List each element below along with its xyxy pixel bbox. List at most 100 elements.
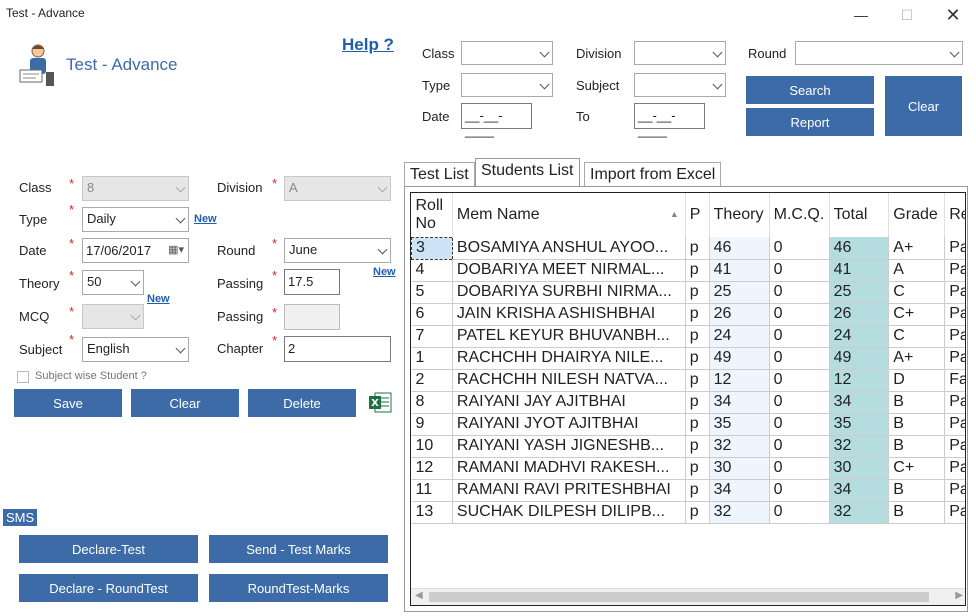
table-cell-mcq[interactable]: 0 — [769, 479, 830, 502]
table-cell-theory[interactable]: 32 — [709, 501, 770, 524]
table-cell-p[interactable]: p — [685, 479, 710, 502]
table-cell-grade[interactable]: C+ — [888, 303, 946, 326]
table-cell-grade[interactable]: A+ — [888, 347, 946, 370]
table-cell-mcq[interactable]: 0 — [769, 391, 830, 414]
table-cell-name[interactable]: PATEL KEYUR BHUVANBH... — [452, 325, 686, 348]
col-header-grade[interactable]: Grade — [888, 193, 946, 237]
table-cell-result[interactable]: Pa — [944, 347, 965, 370]
table-cell-roll[interactable]: 3 — [411, 236, 453, 260]
filter-date-input[interactable]: __-__-____ — [461, 103, 532, 138]
filter-clear-button[interactable]: Clear — [885, 76, 962, 136]
table-row[interactable]: 6JAIN KRISHA ASHISHBHAIp26026C+Pa — [411, 303, 965, 326]
table-cell-grade[interactable]: B — [888, 435, 946, 458]
table-cell-name[interactable]: BOSAMIYA ANSHUL AYOO... — [452, 237, 686, 260]
table-cell-result[interactable]: Pa — [944, 435, 965, 458]
col-header-mcq[interactable]: M.C.Q. — [769, 193, 830, 237]
round-new-link[interactable]: New — [373, 266, 396, 278]
table-cell-result[interactable]: Pa — [944, 325, 965, 348]
table-row[interactable]: 9RAIYANI JYOT AJITBHAIp35035BPa — [411, 413, 965, 436]
table-cell-mcq[interactable]: 0 — [769, 259, 830, 282]
col-header-theory[interactable]: Theory — [709, 193, 770, 237]
table-cell-total[interactable]: 46 — [829, 237, 890, 260]
delete-button[interactable]: Delete — [248, 389, 356, 417]
table-cell-roll[interactable]: 9 — [411, 413, 453, 436]
table-cell-p[interactable]: p — [685, 325, 710, 348]
table-cell-total[interactable]: 34 — [829, 479, 890, 502]
table-cell-roll[interactable]: 12 — [411, 457, 453, 480]
tab-import-excel[interactable]: Import from Excel — [584, 162, 722, 187]
division-select[interactable]: A — [284, 176, 391, 201]
table-row[interactable]: 11RAMANI RAVI PRITESHBHAIp34034BPa — [411, 479, 965, 502]
col-header-p[interactable]: P — [685, 193, 710, 237]
chapter-input[interactable]: 2 — [284, 336, 391, 362]
type-select[interactable]: Daily — [82, 207, 189, 232]
table-row[interactable]: 10RAIYANI YASH JIGNESHB...p32032BPa — [411, 435, 965, 458]
table-cell-result[interactable]: Pa — [944, 259, 965, 282]
table-cell-theory[interactable]: 46 — [709, 237, 770, 260]
table-cell-mcq[interactable]: 0 — [769, 281, 830, 304]
col-header-name[interactable]: Mem Name ▲ — [452, 193, 686, 237]
table-cell-theory[interactable]: 24 — [709, 325, 770, 348]
table-cell-p[interactable]: p — [685, 501, 710, 524]
table-cell-grade[interactable]: A+ — [888, 237, 946, 260]
declare-test-button[interactable]: Declare-Test — [19, 535, 198, 563]
table-cell-name[interactable]: RAIYANI JYOT AJITBHAI — [452, 413, 686, 436]
search-button[interactable]: Search — [746, 76, 874, 104]
filter-division-select[interactable] — [634, 41, 726, 65]
table-cell-total[interactable]: 24 — [829, 325, 890, 348]
table-cell-roll[interactable]: 10 — [411, 435, 453, 458]
table-cell-grade[interactable]: C+ — [888, 457, 946, 480]
table-cell-p[interactable]: p — [685, 457, 710, 480]
table-cell-name[interactable]: DOBARIYA MEET NIRMAL... — [452, 259, 686, 282]
table-row[interactable]: 2RACHCHH NILESH NATVA...p12012DFa — [411, 369, 965, 392]
table-cell-total[interactable]: 26 — [829, 303, 890, 326]
table-cell-name[interactable]: RACHCHH NILESH NATVA... — [452, 369, 686, 392]
send-test-marks-button[interactable]: Send - Test Marks — [209, 535, 388, 563]
table-cell-grade[interactable]: C — [888, 281, 946, 304]
table-cell-theory[interactable]: 35 — [709, 413, 770, 436]
table-row[interactable]: 1RACHCHH DHAIRYA NILE...p49049A+Pa — [411, 347, 965, 370]
table-row[interactable]: 3BOSAMIYA ANSHUL AYOO...p46046A+Pa — [411, 236, 965, 260]
filter-round-select[interactable] — [795, 41, 963, 65]
table-cell-grade[interactable]: B — [888, 501, 946, 524]
table-cell-mcq[interactable]: 0 — [769, 369, 830, 392]
help-link[interactable]: Help ? — [342, 35, 394, 55]
table-cell-grade[interactable]: C — [888, 325, 946, 348]
tab-test-list[interactable]: Test List — [404, 162, 475, 187]
table-cell-total[interactable]: 41 — [829, 259, 890, 282]
table-cell-roll[interactable]: 8 — [411, 391, 453, 414]
table-cell-theory[interactable]: 34 — [709, 479, 770, 502]
table-cell-grade[interactable]: A — [888, 259, 946, 282]
theory-select[interactable]: 50 — [82, 270, 144, 295]
table-cell-mcq[interactable]: 0 — [769, 413, 830, 436]
table-cell-p[interactable]: p — [685, 369, 710, 392]
table-cell-theory[interactable]: 32 — [709, 435, 770, 458]
subject-select[interactable]: English — [82, 337, 189, 362]
table-cell-mcq[interactable]: 0 — [769, 435, 830, 458]
class-select[interactable]: 8 — [82, 176, 189, 201]
table-cell-total[interactable]: 34 — [829, 391, 890, 414]
date-picker[interactable]: 17/06/2017 ▦▾ — [82, 238, 189, 263]
table-cell-total[interactable]: 30 — [829, 457, 890, 480]
filter-to-input[interactable]: __-__-____ — [634, 103, 705, 138]
table-cell-grade[interactable]: D — [888, 369, 946, 392]
table-cell-theory[interactable]: 26 — [709, 303, 770, 326]
table-cell-p[interactable]: p — [685, 413, 710, 436]
col-header-total[interactable]: Total — [829, 193, 890, 237]
table-cell-result[interactable]: Pa — [944, 303, 965, 326]
mcq-select[interactable] — [82, 304, 144, 329]
table-cell-grade[interactable]: B — [888, 391, 946, 414]
table-cell-mcq[interactable]: 0 — [769, 325, 830, 348]
round-test-marks-button[interactable]: RoundTest-Marks — [209, 574, 388, 602]
table-cell-name[interactable]: RAIYANI JAY AJITBHAI — [452, 391, 686, 414]
table-cell-grade[interactable]: B — [888, 479, 946, 502]
table-cell-mcq[interactable]: 0 — [769, 347, 830, 370]
report-button[interactable]: Report — [746, 108, 874, 136]
tab-students-list[interactable]: Students List — [475, 158, 580, 187]
clear-button[interactable]: Clear — [131, 389, 239, 417]
col-header-roll[interactable]: Roll No — [411, 193, 453, 237]
table-cell-total[interactable]: 35 — [829, 413, 890, 436]
round-select[interactable]: June — [284, 238, 391, 263]
table-row[interactable]: 8RAIYANI JAY AJITBHAIp34034BPa — [411, 391, 965, 414]
table-row[interactable]: 4DOBARIYA MEET NIRMAL...p41041APa — [411, 259, 965, 282]
